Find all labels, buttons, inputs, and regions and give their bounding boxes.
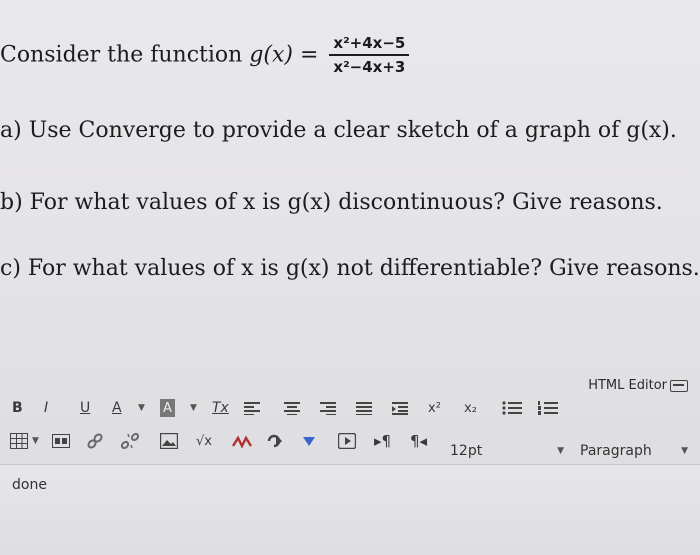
clear-format-button[interactable]: Tx — [212, 397, 229, 419]
redo-arrow-icon[interactable] — [266, 430, 284, 452]
font-color-button[interactable]: A — [112, 397, 122, 419]
html-editor-label: HTML Editor — [588, 378, 667, 393]
fraction-denominator: x²−4x+3 — [333, 58, 406, 76]
bullet-list-icon[interactable] — [502, 397, 522, 419]
numbered-list-icon[interactable] — [538, 397, 558, 419]
function-fraction: x²+4x−5 x²−4x+3 — [329, 34, 410, 76]
question-b: b) For what values of x is g(x) disconti… — [0, 190, 663, 215]
intro-text: Consider the function — [0, 42, 243, 68]
chemistry-icon[interactable] — [232, 430, 252, 452]
media-dropdown-icon[interactable] — [302, 430, 316, 452]
ltr-button[interactable]: ▸ ¶ — [374, 430, 391, 452]
font-size-value: 12pt — [450, 443, 483, 459]
editor-content-text: done — [12, 477, 47, 493]
block-format-select[interactable]: Paragraph ▼ — [568, 438, 700, 464]
underline-button[interactable]: U — [80, 397, 90, 419]
align-right-icon[interactable] — [320, 397, 336, 419]
font-color-dropdown-icon[interactable]: ▼ — [138, 397, 145, 419]
keyboard-icon — [670, 379, 688, 392]
problem-intro: Consider the function g(x) = x²+4x−5 x²−… — [0, 34, 410, 76]
justify-icon[interactable] — [356, 397, 372, 419]
align-center-icon[interactable] — [284, 397, 300, 419]
table-dropdown-icon[interactable]: ▼ — [32, 430, 39, 452]
align-left-icon[interactable] — [244, 397, 260, 419]
html-editor-toggle[interactable]: HTML Editor — [588, 378, 688, 393]
indent-icon[interactable] — [392, 397, 408, 419]
media-embed-icon[interactable] — [338, 430, 356, 452]
link-icon[interactable] — [86, 430, 104, 452]
question-c: c) For what values of x is g(x) not diff… — [0, 256, 700, 281]
table-icon[interactable] — [10, 430, 28, 452]
image-icon[interactable] — [160, 430, 178, 452]
rtl-pilcrow: ¶ — [410, 432, 420, 450]
block-format-value: Paragraph — [580, 443, 652, 459]
bold-button[interactable]: B — [12, 397, 23, 419]
editor-toolbar-row-1: B I U A ▼ A ▼ Tx x² x₂ — [0, 394, 700, 422]
equation-button[interactable]: √x — [196, 430, 212, 452]
block-format-dropdown-icon: ▼ — [681, 446, 688, 456]
subscript-button[interactable]: x₂ — [464, 397, 477, 419]
italic-button[interactable]: I — [44, 397, 48, 419]
highlight-button[interactable]: A — [160, 399, 175, 417]
editor-content-area[interactable]: done — [0, 464, 700, 555]
question-a: a) Use Converge to provide a clear sketc… — [0, 118, 677, 143]
font-size-dropdown-icon: ▼ — [557, 446, 564, 456]
superscript-button[interactable]: x² — [428, 397, 441, 419]
highlight-dropdown-icon[interactable]: ▼ — [190, 397, 197, 419]
embed-icon[interactable] — [52, 430, 70, 452]
rtl-button[interactable]: ¶ ◂ — [410, 430, 427, 452]
fraction-numerator: x²+4x−5 — [329, 34, 410, 56]
ltr-pilcrow: ¶ — [381, 432, 392, 450]
unlink-icon[interactable] — [120, 430, 140, 452]
function-lhs: g(x) = — [249, 42, 319, 68]
font-size-select[interactable]: 12pt ▼ — [450, 438, 568, 464]
